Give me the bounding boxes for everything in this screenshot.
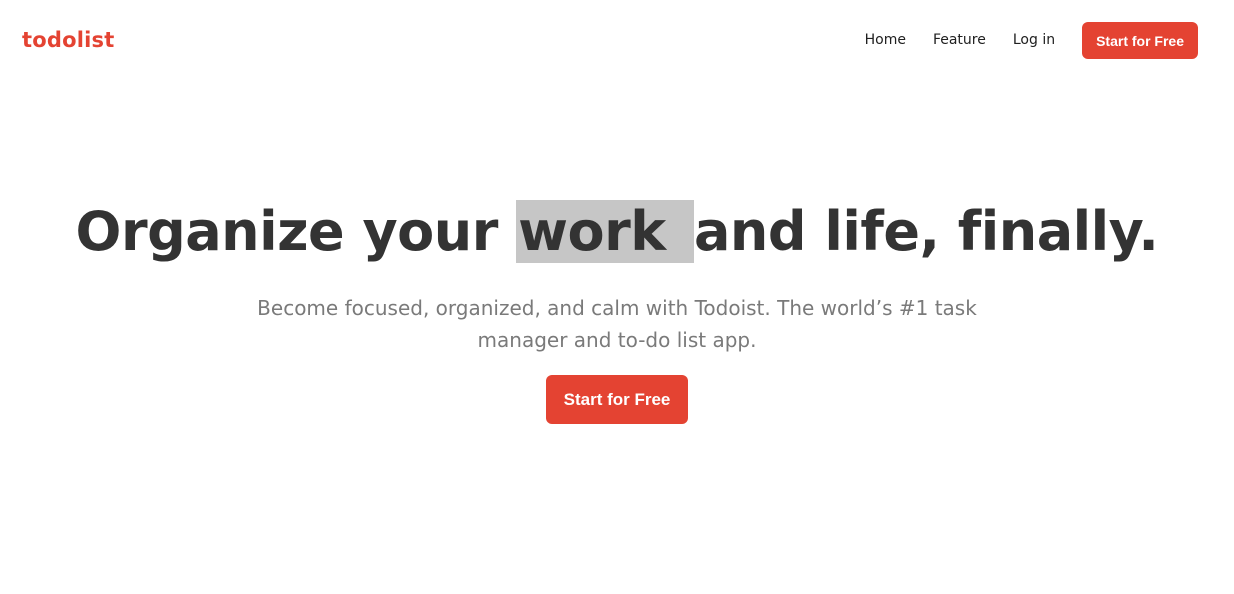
hero-section: Organize your work and life, finally. Be… [0,190,1234,424]
hero-start-free-button[interactable]: Start for Free [545,375,689,424]
main-nav: Home Feature Log in Start for Free [865,22,1198,59]
nav-home-link[interactable]: Home [865,22,906,59]
hero-title-start: Organize your [75,200,517,263]
hero-subtitle: Become focused, organized, and calm with… [257,296,977,352]
landing-page: todolist Home Feature Log in Start for F… [0,0,1234,594]
brand-logo[interactable]: todolist [22,26,114,54]
hero-title-highlight: work [516,200,694,263]
nav-login-link[interactable]: Log in [1013,22,1055,59]
hero-title-end: and life, finally. [693,200,1159,263]
hero-title: Organize your work and life, finally. [0,190,1234,274]
nav-feature-link[interactable]: Feature [933,22,986,59]
site-header: todolist Home Feature Log in Start for F… [0,0,1234,80]
header-start-free-button[interactable]: Start for Free [1082,22,1198,59]
